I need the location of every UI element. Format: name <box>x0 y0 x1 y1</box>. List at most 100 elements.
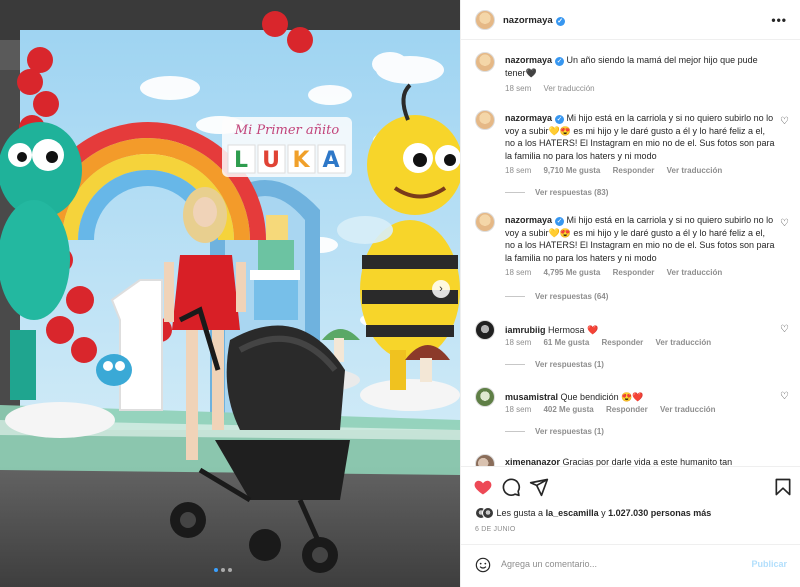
post-comment-button[interactable]: Publicar <box>751 559 787 569</box>
translate-link[interactable]: Ver traducción <box>667 166 723 175</box>
comment-likes[interactable]: 402 Me gusta <box>543 405 593 414</box>
post-date[interactable]: 6 DE JUNIO <box>475 526 516 533</box>
post-header: nazormaya ✓ ••• <box>461 0 800 40</box>
comment-time: 18 sem <box>505 405 532 414</box>
author-username-text[interactable]: nazormaya <box>503 15 553 26</box>
view-replies[interactable]: Ver respuestas (1) <box>505 360 604 369</box>
comment-username[interactable]: iamrubiig <box>505 325 546 335</box>
comment-username[interactable]: nazormaya <box>505 55 552 65</box>
comment-meta: 18 sem 4,795 Me gusta Responder Ver trad… <box>505 268 732 277</box>
comment-likes[interactable]: 9,710 Me gusta <box>543 166 600 175</box>
replies-line <box>505 192 525 194</box>
comment-body: musamistral Que bendición 😍❤️ <box>505 391 775 404</box>
carousel-dot <box>221 568 225 572</box>
carousel-dots <box>214 568 232 572</box>
comment-input[interactable]: Agrega un comentario... <box>501 559 597 569</box>
comment-likes[interactable]: 4,795 Me gusta <box>543 268 600 277</box>
comment-meta: 18 sem Ver traducción <box>505 84 605 93</box>
likes-mid: y <box>601 508 606 518</box>
view-replies-text[interactable]: Ver respuestas (1) <box>535 427 604 436</box>
action-bar: Les gusta a la_escamilla y 1.027.030 per… <box>461 466 800 544</box>
view-replies-text[interactable]: Ver respuestas (1) <box>535 360 604 369</box>
post-side-panel: nazormaya ✓ ••• nazormaya ✓ Un año siendo … <box>460 0 800 587</box>
likes-prefix: Les gusta a <box>496 508 544 518</box>
commenter-avatar[interactable] <box>475 212 495 232</box>
comment-text: Gracias por darle vida a este humanito t… <box>562 457 733 466</box>
comment-body: nazormaya ✓ Mi hijo está en la carriola y… <box>505 112 775 162</box>
comment-body: nazormaya ✓ Un año siendo la mamá del mej… <box>505 54 775 79</box>
comments-list[interactable]: nazormaya ✓ Un año siendo la mamá del mej… <box>461 40 800 466</box>
comment-time: 18 sem <box>505 268 532 277</box>
party-scene-image: Mi Primer añito L U K A 1 <box>0 0 460 587</box>
translate-link[interactable]: Ver traducción <box>667 268 723 277</box>
comment-username[interactable]: ximenanazor <box>505 457 560 466</box>
share-icon[interactable] <box>529 477 549 497</box>
commenter-avatar[interactable] <box>475 52 495 72</box>
view-replies-text[interactable]: Ver respuestas (64) <box>535 292 608 301</box>
comment-time: 18 sem <box>505 84 532 93</box>
verified-icon: ✓ <box>555 115 565 124</box>
comment-username[interactable]: musamistral <box>505 392 558 402</box>
carousel-dot <box>228 568 232 572</box>
author-username[interactable]: nazormaya ✓ <box>503 15 565 26</box>
more-icon[interactable]: ••• <box>771 13 787 27</box>
number-one-text: 1 <box>137 392 143 403</box>
liker-avatar <box>482 507 494 519</box>
view-replies[interactable]: Ver respuestas (83) <box>505 188 608 197</box>
comment-text: Que bendición 😍❤️ <box>560 392 644 402</box>
heart-small-icon[interactable]: ♡ <box>780 324 789 335</box>
replies-line <box>505 296 525 298</box>
add-comment-bar: Agrega un comentario... Publicar <box>461 544 800 587</box>
comment-time: 18 sem <box>505 166 532 175</box>
commenter-avatar[interactable] <box>475 387 495 407</box>
heart-small-icon[interactable]: ♡ <box>780 116 789 127</box>
comment-meta: 18 sem 402 Me gusta Responder Ver traduc… <box>505 405 726 414</box>
comment-icon[interactable] <box>501 477 521 497</box>
commenter-avatar[interactable] <box>475 320 495 340</box>
carousel-dot-active <box>214 568 218 572</box>
post-photo[interactable]: Mi Primer añito L U K A 1 › <box>0 0 460 587</box>
heart-small-icon[interactable]: ♡ <box>780 218 789 229</box>
translate-link[interactable]: Ver traducción <box>543 84 594 93</box>
heart-icon[interactable] <box>473 477 493 497</box>
likes-count[interactable]: 1.027.030 personas más <box>608 508 711 518</box>
sign-letter-3: K <box>292 148 310 173</box>
comment-likes[interactable]: 61 Me gusta <box>543 338 589 347</box>
reply-link[interactable]: Responder <box>613 166 655 175</box>
comment-username[interactable]: nazormaya <box>505 215 552 225</box>
comment-time: 18 sem <box>505 338 532 347</box>
commenter-avatar[interactable] <box>475 110 495 130</box>
next-photo-button[interactable]: › <box>432 280 450 298</box>
smile-icon[interactable] <box>475 557 491 573</box>
view-replies[interactable]: Ver respuestas (1) <box>505 427 604 436</box>
heart-small-icon[interactable]: ♡ <box>780 391 789 402</box>
reply-link[interactable]: Responder <box>606 405 648 414</box>
replies-line <box>505 364 525 366</box>
verified-icon: ✓ <box>555 57 565 66</box>
bookmark-icon[interactable] <box>773 477 793 497</box>
likes-user[interactable]: la_escamilla <box>546 508 599 518</box>
comment-body: nazormaya ✓ Mi hijo está en la carriola y… <box>505 214 775 264</box>
verified-icon: ✓ <box>555 17 565 26</box>
translate-link[interactable]: Ver traducción <box>656 338 712 347</box>
sign-letter-2: U <box>262 148 280 173</box>
commenter-avatar[interactable] <box>475 454 495 466</box>
author-avatar[interactable] <box>475 10 495 30</box>
view-replies-text[interactable]: Ver respuestas (83) <box>535 188 608 197</box>
comment-username[interactable]: nazormaya <box>505 113 552 123</box>
view-replies[interactable]: Ver respuestas (64) <box>505 292 608 301</box>
comment-body: iamrubiig Hermosa ❤️ <box>505 324 775 337</box>
sign-letter-4: A <box>322 148 339 173</box>
reply-link[interactable]: Responder <box>602 338 644 347</box>
comment-meta: 18 sem 61 Me gusta Responder Ver traducc… <box>505 338 721 347</box>
reply-link[interactable]: Responder <box>613 268 655 277</box>
comment-body: ximenanazor Gracias por darle vida a est… <box>505 456 775 466</box>
translate-link[interactable]: Ver traducción <box>660 405 716 414</box>
comment-text: Hermosa ❤️ <box>548 325 599 335</box>
likes-summary[interactable]: Les gusta a la_escamilla y 1.027.030 per… <box>475 507 711 519</box>
verified-icon: ✓ <box>555 217 565 226</box>
sign-script-text: Mi Primer añito <box>234 123 340 138</box>
comment-meta: 18 sem 9,710 Me gusta Responder Ver trad… <box>505 166 732 175</box>
replies-line <box>505 431 525 433</box>
sign-letter-1: L <box>234 148 248 173</box>
